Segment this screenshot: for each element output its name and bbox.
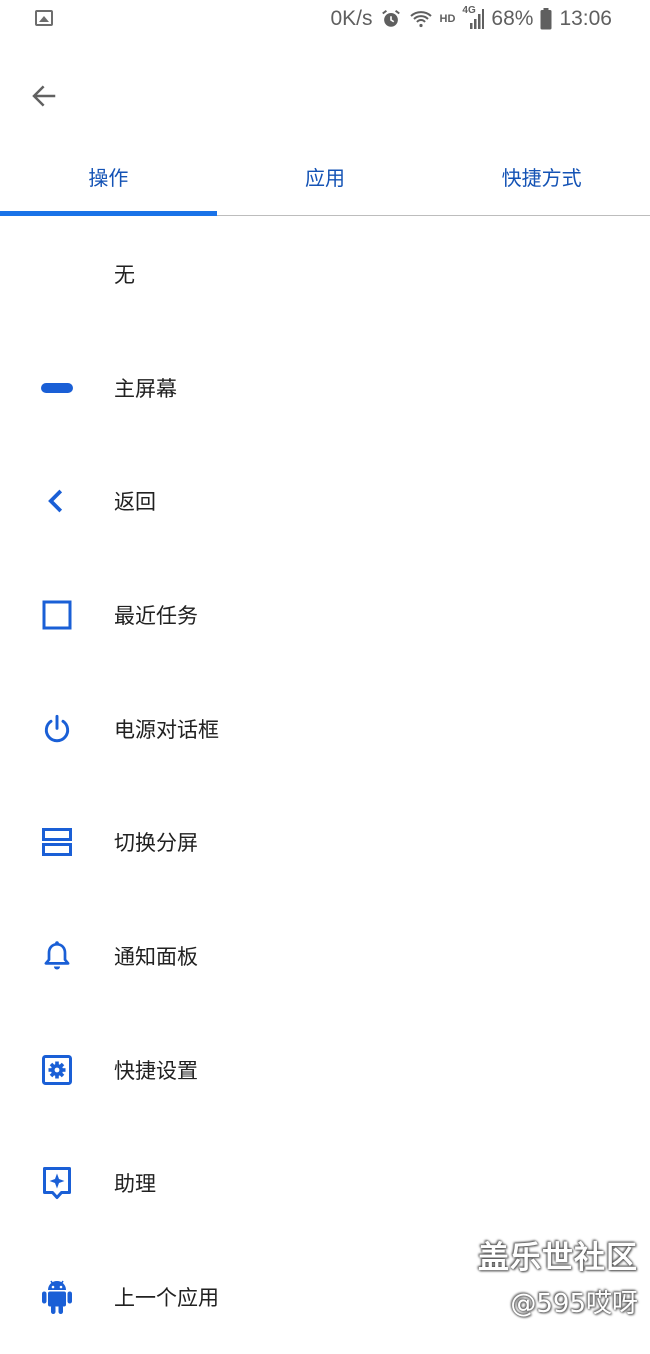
list-item-notification-panel[interactable]: 通知面板 [0, 899, 650, 1013]
alarm-icon [380, 8, 402, 30]
net-speed: 0K/s [330, 7, 373, 30]
split-screen-icon [36, 821, 78, 863]
list-item-label: 主屏幕 [114, 376, 177, 401]
status-bar: 0K/s HD 4G 68% 13:06 [0, 0, 650, 38]
signal-icon: 4G [462, 5, 485, 31]
bell-icon [36, 935, 78, 977]
assistant-icon [36, 1162, 78, 1204]
tab-shortcuts[interactable]: 快捷方式 [433, 140, 650, 215]
list-item-last-app[interactable]: 上一个应用 [0, 1240, 650, 1354]
list-item-label: 无 [114, 262, 135, 287]
tab-actions[interactable]: 操作 [0, 140, 217, 216]
list-item-split-screen[interactable]: 切换分屏 [0, 785, 650, 899]
battery-icon [540, 8, 552, 30]
list-item-label: 电源对话框 [114, 717, 219, 742]
android-icon [36, 1276, 78, 1318]
recents-square-icon [36, 594, 78, 636]
list-item-back[interactable]: 返回 [0, 444, 650, 558]
hd-label: HD [439, 13, 456, 25]
gallery-notification-icon [35, 10, 53, 26]
list-item-label: 助理 [114, 1172, 156, 1197]
battery-percent: 68% [491, 7, 534, 30]
list-item-label: 切换分屏 [114, 831, 198, 856]
list-item-home[interactable]: 主屏幕 [0, 331, 650, 445]
settings-gear-icon [36, 1049, 78, 1091]
tab-apps[interactable]: 应用 [217, 140, 434, 215]
wifi-icon [409, 8, 433, 30]
back-chevron-icon [36, 480, 78, 522]
list-item-assistant[interactable]: 助理 [0, 1127, 650, 1241]
list-item-label: 通知面板 [114, 944, 198, 969]
tab-bar: 操作 应用 快捷方式 [0, 140, 650, 216]
arrow-left-icon [32, 85, 56, 107]
back-button[interactable] [22, 74, 66, 118]
list-item-none[interactable]: 无 [0, 217, 650, 331]
list-item-power-dialog[interactable]: 电源对话框 [0, 672, 650, 786]
network-type-label: 4G [462, 5, 476, 16]
action-list: 无 主屏幕 返回 最近任务 电源对话框 切换分屏 通知面板 快捷设置 助理 上一… [0, 217, 650, 1354]
list-item-recents[interactable]: 最近任务 [0, 558, 650, 672]
home-pill-icon [36, 367, 78, 409]
list-item-label: 返回 [114, 490, 156, 515]
clock: 13:06 [559, 7, 612, 30]
list-item-label: 上一个应用 [114, 1286, 219, 1311]
list-item-label: 最近任务 [114, 603, 198, 628]
power-icon [36, 708, 78, 750]
list-item-label: 快捷设置 [114, 1058, 198, 1083]
list-item-quick-settings[interactable]: 快捷设置 [0, 1013, 650, 1127]
status-indicators: 0K/s HD 4G 68% 13:06 [330, 4, 612, 34]
